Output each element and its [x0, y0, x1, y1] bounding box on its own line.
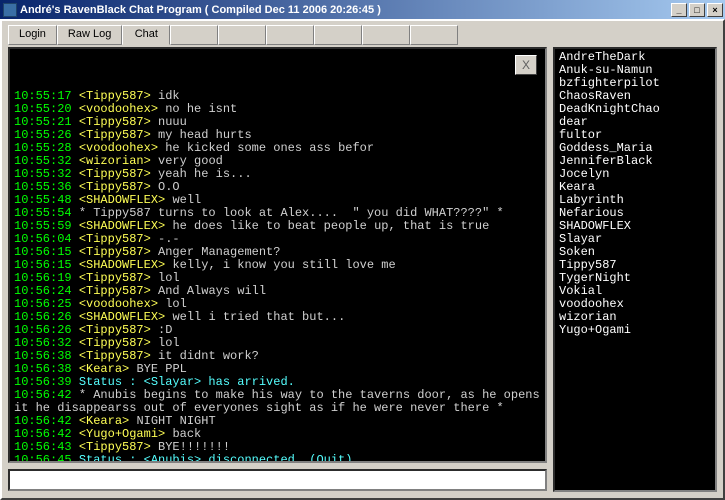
tab-strip: LoginRaw LogChat — [8, 25, 717, 45]
tab-blank[interactable] — [170, 25, 218, 45]
tab-blank[interactable] — [266, 25, 314, 45]
window-title: André's RavenBlack Chat Program ( Compil… — [20, 4, 669, 16]
tab-blank[interactable] — [314, 25, 362, 45]
window-buttons: _ □ × — [669, 3, 723, 17]
chat-line: 10:56:42 * Anubis begins to make his way… — [14, 389, 541, 415]
tab-blank[interactable] — [218, 25, 266, 45]
chat-input[interactable] — [8, 469, 547, 491]
tab-blank[interactable] — [362, 25, 410, 45]
user-list-item[interactable]: Yugo+Ogami — [559, 324, 711, 337]
app-icon — [3, 3, 17, 17]
tab-login[interactable]: Login — [8, 25, 57, 45]
tab-chat[interactable]: Chat — [122, 25, 170, 45]
client-area: LoginRaw LogChat X 10:55:17 <Tippy587> i… — [0, 19, 725, 500]
tab-raw-log[interactable]: Raw Log — [57, 25, 122, 45]
chat-line: 10:56:45 Status : <Anubis> disconnected.… — [14, 454, 541, 463]
user-list[interactable]: AndreTheDarkAnuk-su-NamunbzfighterpilotC… — [553, 47, 717, 492]
tab-blank[interactable] — [410, 25, 458, 45]
chat-column: X 10:55:17 <Tippy587> idk10:55:20 <voodo… — [8, 47, 547, 493]
close-button[interactable]: × — [707, 3, 723, 17]
title-bar: André's RavenBlack Chat Program ( Compil… — [0, 0, 725, 19]
close-panel-button[interactable]: X — [515, 55, 537, 75]
content-row: X 10:55:17 <Tippy587> idk10:55:20 <voodo… — [8, 47, 717, 493]
maximize-button[interactable]: □ — [689, 3, 705, 17]
minimize-button[interactable]: _ — [671, 3, 687, 17]
input-row — [8, 469, 547, 493]
chat-log[interactable]: X 10:55:17 <Tippy587> idk10:55:20 <voodo… — [8, 47, 547, 463]
